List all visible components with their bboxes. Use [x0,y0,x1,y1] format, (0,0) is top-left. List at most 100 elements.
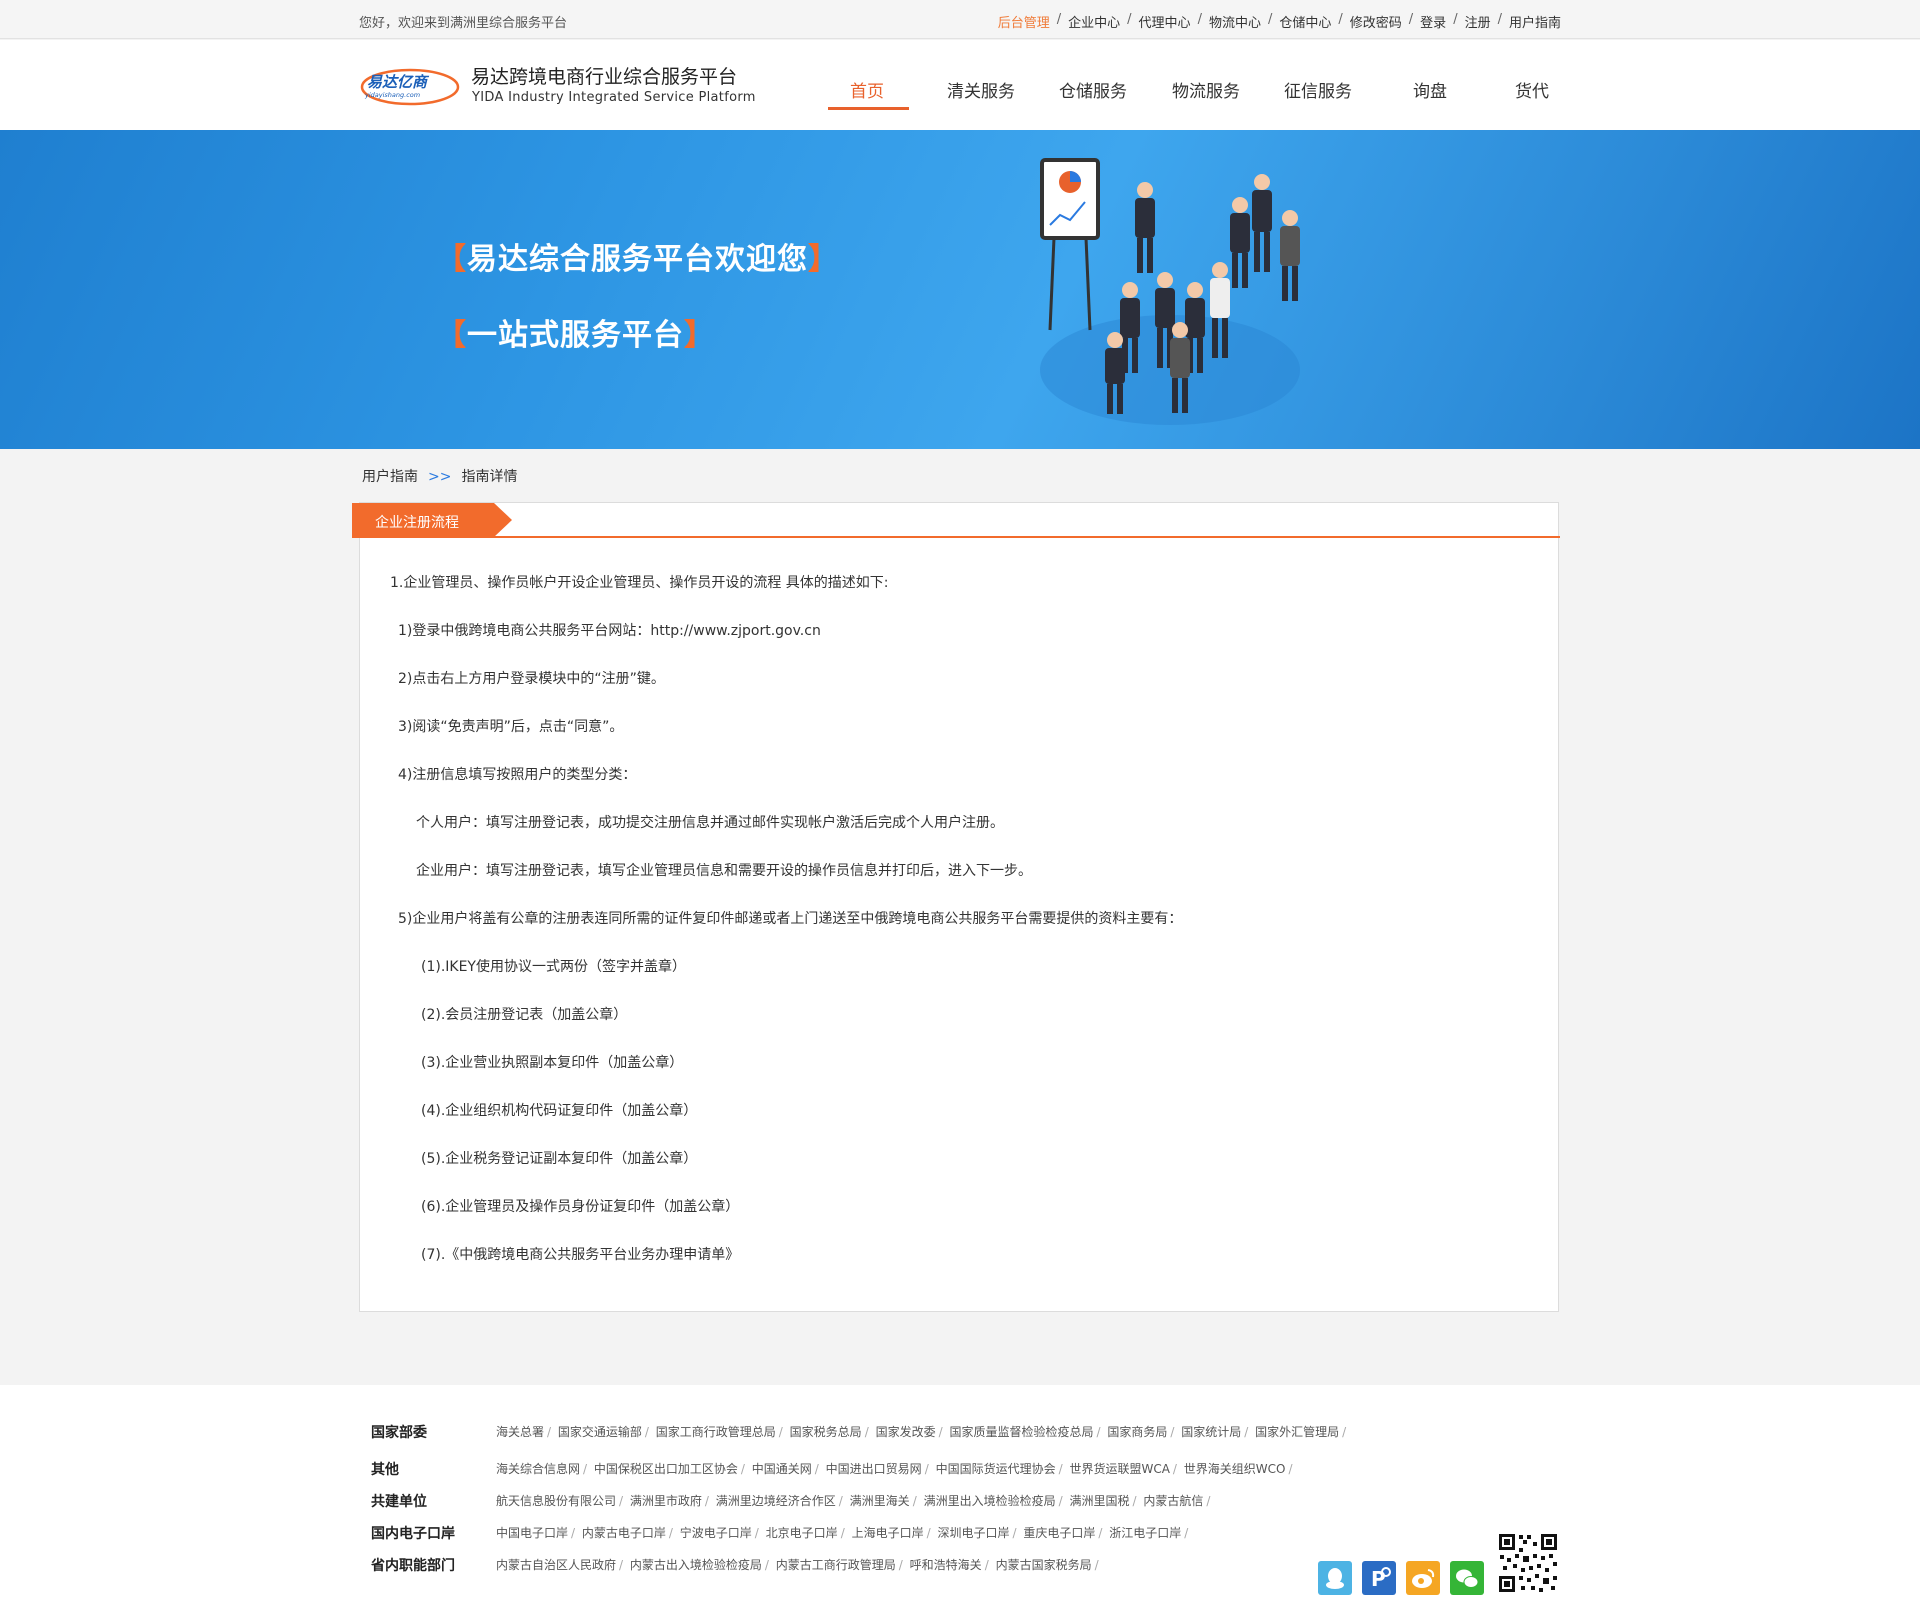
footer-link[interactable]: 宁波电子口岸 [680,1526,752,1540]
guide-line: 企业用户：填写注册登记表，填写企业管理员信息和需要开设的操作员信息并打印后，进入… [416,863,1032,879]
footer-link[interactable]: 中国国际货运代理协会 [936,1462,1056,1476]
nav-credit[interactable]: 征信服务 [1284,77,1352,102]
footer-link[interactable]: 国家税务总局 [790,1425,862,1439]
footer-links: 航天信息股份有限公司 / 满洲里市政府 / 满洲里边境经济合作区 / 满洲里海关 / 满… [496,1494,1211,1508]
link-agent-center[interactable]: 代理中心 [1139,12,1191,31]
guide-line: 4)注册信息填写按照用户的类型分类： [398,767,637,783]
footer-link[interactable]: 满洲里边境经济合作区 [716,1494,836,1508]
footer-link[interactable]: 国家商务局 [1107,1425,1167,1439]
footer-links: 海关综合信息网 / 中国保税区出口加工区协会 / 中国通关网 / 中国进出口贸易网 / … [496,1462,1293,1476]
footer-row-label: 共建单位 [371,1494,427,1510]
guide-line: 1)登录中俄跨境电商公共服务平台网站：http://www.zjport.gov… [398,623,821,639]
footer-link[interactable]: 国家统计局 [1181,1425,1241,1439]
hero-banner: 【易达综合服务平台欢迎您】 【一站式服务平台】 [0,130,1920,449]
banner-line-1: 【易达综合服务平台欢迎您】 [436,242,839,277]
nav-active-indicator [828,107,909,110]
footer-links: 中国电子口岸 / 内蒙古电子口岸 / 宁波电子口岸 / 北京电子口岸 / 上海电子口岸 /… [496,1526,1189,1540]
qq-icon[interactable] [1318,1561,1352,1595]
footer-link[interactable]: 世界货运联盟WCA [1069,1462,1169,1476]
footer-link[interactable]: 深圳电子口岸 [937,1526,1009,1540]
breadcrumb: 用户指南 >> 指南详情 [362,466,517,486]
section-tab: 企业注册流程 [352,503,512,537]
nav-home[interactable]: 首页 [850,77,884,102]
guide-line: (7).《中俄跨境电商公共服务平台业务办理申请单》 [421,1247,740,1263]
footer-links: 海关总署 / 国家交通运输部 / 国家工商行政管理总局 / 国家税务总局 / 国家发改委… [496,1425,1347,1439]
guide-line: 个人用户：填写注册登记表，成功提交注册信息并通过邮件实现帐户激活后完成个人用户注… [416,815,1004,831]
footer-link[interactable]: 内蒙古航信 [1143,1494,1203,1508]
footer-row-label: 其他 [371,1462,399,1478]
guide-line: 3)阅读“免责声明”后，点击“同意”。 [398,719,624,735]
main-nav: 首页 清关服务 仓储服务 物流服务 征信服务 询盘 货代 [0,40,1920,130]
footer-link[interactable]: 内蒙古国家税务局 [996,1558,1092,1572]
footer-link[interactable]: 满洲里市政府 [630,1494,702,1508]
footer-link[interactable]: 满洲里海关 [850,1494,910,1508]
footer-link[interactable]: 内蒙古电子口岸 [582,1526,666,1540]
footer-link[interactable]: 中国通关网 [752,1462,812,1476]
guide-line: (3).企业营业执照副本复印件（加盖公章） [421,1055,684,1071]
wechat-icon[interactable] [1450,1561,1484,1595]
header: 易达亿商 yidayishang.com 易达跨境电商行业综合服务平台 YIDA… [0,40,1920,130]
footer-link[interactable]: 满洲里国税 [1069,1494,1129,1508]
link-enterprise-center[interactable]: 企业中心 [1068,12,1120,31]
footer-link[interactable]: 浙江电子口岸 [1109,1526,1181,1540]
nav-customs[interactable]: 清关服务 [947,77,1015,102]
link-warehouse-center[interactable]: 仓储中心 [1279,12,1331,31]
link-admin[interactable]: 后台管理 [998,12,1050,31]
footer-link[interactable]: 内蒙古工商行政管理局 [776,1558,896,1572]
footer-link[interactable]: 世界海关组织WCO [1184,1462,1286,1476]
guide-line: 5)企业用户将盖有公章的注册表连同所需的证件复印件邮递或者上门递送至中俄跨境电商… [398,911,1183,927]
nav-inquiry[interactable]: 询盘 [1413,77,1447,102]
footer-link[interactable]: 国家工商行政管理总局 [656,1425,776,1439]
footer-link[interactable]: 重庆电子口岸 [1023,1526,1095,1540]
footer-links: 内蒙古自治区人民政府 / 内蒙古出入境检验检疫局 / 内蒙古工商行政管理局 / 呼和浩… [496,1558,1099,1572]
footer-row-label: 省内职能部门 [371,1558,455,1574]
banner-line-2: 【一站式服务平台】 [436,318,715,353]
footer-link[interactable]: 内蒙古自治区人民政府 [496,1558,616,1572]
footer-link[interactable]: 国家质量监督检验检疫总局 [949,1425,1093,1439]
link-logistics-center[interactable]: 物流中心 [1209,12,1261,31]
footer-link[interactable]: 国家交通运输部 [558,1425,642,1439]
section-divider [352,536,1560,538]
guide-line: 2)点击右上方用户登录模块中的“注册”键。 [398,671,665,687]
link-register[interactable]: 注册 [1465,12,1491,31]
welcome-text: 您好，欢迎来到满洲里综合服务平台 [359,16,568,31]
footer-link[interactable]: 海关总署 [496,1425,544,1439]
footer-link[interactable]: 中国电子口岸 [496,1526,568,1540]
link-user-guide[interactable]: 用户指南 [1509,12,1561,31]
nav-logistics[interactable]: 物流服务 [1172,77,1240,102]
footer-link[interactable]: 北京电子口岸 [766,1526,838,1540]
footer-link[interactable]: 海关综合信息网 [496,1462,580,1476]
guide-line: (6).企业管理员及操作员身份证复印件（加盖公章） [421,1199,740,1215]
footer-link[interactable]: 中国保税区出口加工区协会 [594,1462,738,1476]
footer-link[interactable]: 国家外汇管理局 [1255,1425,1339,1439]
guide-line: (2).会员注册登记表（加盖公章） [421,1007,628,1023]
guide-line: (4).企业组织机构代码证复印件（加盖公章） [421,1103,698,1119]
link-change-password[interactable]: 修改密码 [1350,12,1402,31]
guide-line: (5).企业税务登记证副本复印件（加盖公章） [421,1151,698,1167]
qr-code [1497,1532,1559,1594]
breadcrumb-separator: >> [428,469,452,485]
footer-link[interactable]: 上海电子口岸 [852,1526,924,1540]
footer-link[interactable]: 满洲里出入境检验检疫局 [924,1494,1056,1508]
nav-warehouse[interactable]: 仓储服务 [1059,77,1127,102]
top-links: 后台管理 / 企业中心 / 代理中心 / 物流中心 / 仓储中心 / 修改密码 / 登录 / … [997,12,1561,31]
top-bar: 您好，欢迎来到满洲里综合服务平台 后台管理 / 企业中心 / 代理中心 / 物流中心 /… [0,0,1920,39]
footer-row-label: 国家部委 [371,1425,427,1441]
weibo-icon[interactable] [1406,1561,1440,1595]
business-people-illustration [1040,158,1300,425]
svg-text:P: P [1371,1567,1386,1591]
footer-link[interactable]: 中国进出口贸易网 [826,1462,922,1476]
footer-link[interactable]: 国家发改委 [876,1425,936,1439]
footer-link[interactable]: 航天信息股份有限公司 [496,1494,616,1508]
nav-forwarding[interactable]: 货代 [1515,77,1549,102]
breadcrumb-guide-detail: 指南详情 [461,469,518,485]
footer-row-label: 国内电子口岸 [371,1526,455,1542]
breadcrumb-user-guide[interactable]: 用户指南 [362,469,418,485]
guide-content-panel: 企业注册流程 1.企业管理员、操作员帐户开设企业管理员、操作员开设的流程 具体的… [352,502,1560,1312]
footer-link[interactable]: 呼和浩特海关 [910,1558,982,1572]
footer-link[interactable]: 内蒙古出入境检验检疫局 [630,1558,762,1572]
paipai-icon[interactable]: P [1362,1561,1396,1595]
guide-line: (1).IKEY使用协议一式两份（签字并盖章） [421,959,686,975]
link-login[interactable]: 登录 [1420,12,1446,31]
guide-line: 1.企业管理员、操作员帐户开设企业管理员、操作员开设的流程 具体的描述如下: [390,575,889,591]
